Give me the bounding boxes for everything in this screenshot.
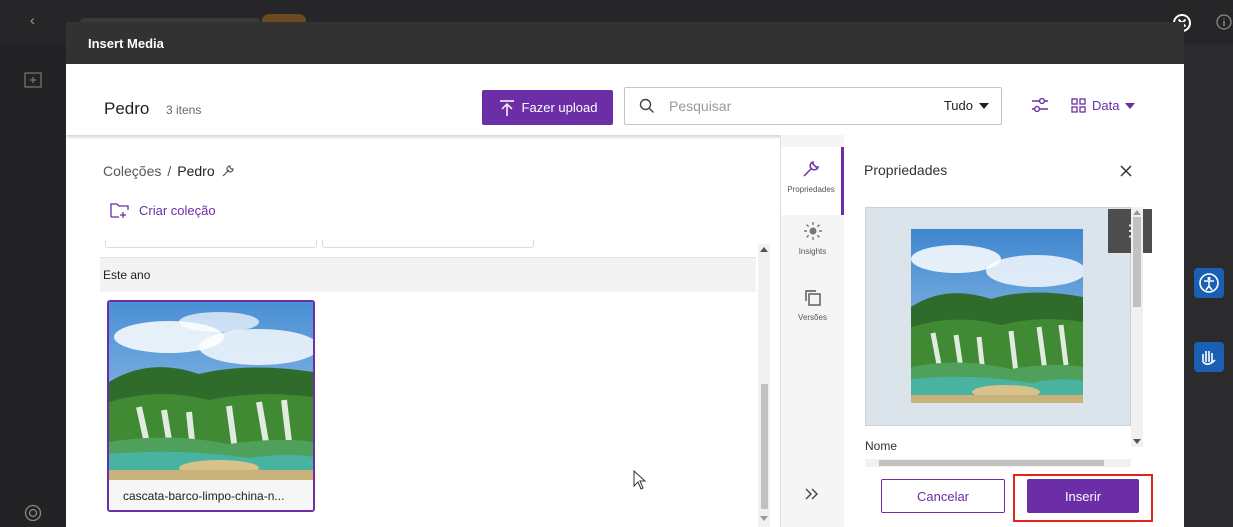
rail-label: Insights <box>798 247 827 256</box>
rail-item-propriedades[interactable]: Propriedades <box>781 147 844 215</box>
help-lifebuoy-icon[interactable] <box>24 504 42 522</box>
cursor-arrow-icon <box>633 470 647 490</box>
side-rail: Propriedades Insights Versões <box>780 135 845 527</box>
preview-image <box>911 229 1083 403</box>
scroll-up-arrow-icon[interactable] <box>760 247 768 252</box>
add-folder-icon <box>110 202 130 219</box>
accessibility-icon[interactable] <box>1194 268 1224 298</box>
item-count: 3 itens <box>166 103 202 117</box>
asset-name: cascata-barco-limpo-china-n... <box>109 480 313 510</box>
upload-button[interactable]: Fazer upload <box>482 90 613 125</box>
sort-label: Data <box>1092 98 1120 113</box>
properties-scrollbar[interactable] <box>1131 207 1143 447</box>
expand-double-chevron-icon[interactable] <box>804 487 820 501</box>
horizontal-scrollbar[interactable] <box>865 459 1131 467</box>
caret-down-icon <box>979 102 989 109</box>
rail-item-versoes[interactable]: Versões <box>781 289 844 349</box>
wrench-icon <box>801 159 821 179</box>
breadcrumb-separator: / <box>167 163 172 179</box>
grid-scrollbar[interactable] <box>758 244 770 527</box>
grid-scrollbar-thumb[interactable] <box>761 384 768 509</box>
asset-thumbnail <box>109 302 313 480</box>
filter-sliders-icon[interactable] <box>1030 95 1050 115</box>
search-icon <box>639 98 655 114</box>
scroll-down-arrow-icon[interactable] <box>1133 439 1141 444</box>
cancel-button[interactable]: Cancelar <box>881 479 1005 513</box>
properties-panel: Propriedades ⋮ Nome Cancelar Inserir <box>844 135 1184 527</box>
insert-media-modal: Insert Media Pedro 3 itens Fazer upload … <box>66 22 1184 527</box>
breadcrumb: Coleções / Pedro <box>103 163 235 179</box>
search-input[interactable] <box>667 97 871 115</box>
section-label: Este ano <box>103 268 151 282</box>
insert-highlight-box <box>1013 474 1153 522</box>
breadcrumb-root[interactable]: Coleções <box>103 163 161 179</box>
create-collection-label: Criar coleção <box>139 203 216 218</box>
media-toolbar: Pedro 3 itens Fazer upload Tudo <box>66 64 1184 135</box>
search-scope-value: Tudo <box>943 98 973 113</box>
edit-wrench-icon[interactable] <box>221 164 235 178</box>
collection-chip[interactable] <box>322 240 534 248</box>
create-collection-button[interactable]: Criar coleção <box>110 202 216 219</box>
breadcrumb-current: Pedro <box>177 163 215 179</box>
back-chevron-icon[interactable]: ‹ <box>30 12 35 29</box>
properties-title: Propriedades <box>864 162 948 178</box>
section-header: Este ano <box>100 257 756 292</box>
modal-header: Insert Media <box>66 22 1184 64</box>
asset-card[interactable]: cascata-barco-limpo-china-n... <box>107 300 315 512</box>
background-left-toolbar <box>0 44 66 527</box>
upload-button-label: Fazer upload <box>521 100 598 115</box>
sun-icon <box>803 221 823 241</box>
folder-name: Pedro <box>104 99 150 118</box>
sign-language-icon[interactable] <box>1194 342 1224 372</box>
background-right-toolbar <box>1184 44 1233 527</box>
properties-scrollbar-thumb[interactable] <box>1133 217 1141 307</box>
versions-icon <box>804 289 822 307</box>
sort-dropdown[interactable]: Data <box>1071 98 1136 113</box>
grid-view-icon <box>1071 98 1086 113</box>
collection-chip[interactable] <box>105 240 317 248</box>
scroll-up-arrow-icon[interactable] <box>1133 210 1141 215</box>
rail-label: Propriedades <box>787 185 835 194</box>
info-icon[interactable] <box>1216 14 1232 30</box>
rail-item-insights[interactable]: Insights <box>781 221 844 281</box>
caret-down-icon <box>1125 102 1136 109</box>
field-label-nome: Nome <box>865 439 898 453</box>
asset-grid: Este ano cascata-barco-limpo-china-n... <box>100 240 756 527</box>
scroll-down-arrow-icon[interactable] <box>760 516 768 521</box>
add-block-icon[interactable] <box>24 72 42 88</box>
more-options-button[interactable]: ⋮ <box>1108 209 1152 253</box>
search-scope-dropdown[interactable]: Tudo <box>944 98 989 113</box>
horizontal-scrollbar-thumb[interactable] <box>879 460 1104 466</box>
rail-label: Versões <box>798 313 827 322</box>
upload-icon <box>498 99 516 117</box>
asset-preview: ⋮ <box>865 207 1152 426</box>
search-box: Tudo <box>624 87 1002 125</box>
modal-title: Insert Media <box>88 36 164 51</box>
close-icon[interactable] <box>1120 165 1132 177</box>
